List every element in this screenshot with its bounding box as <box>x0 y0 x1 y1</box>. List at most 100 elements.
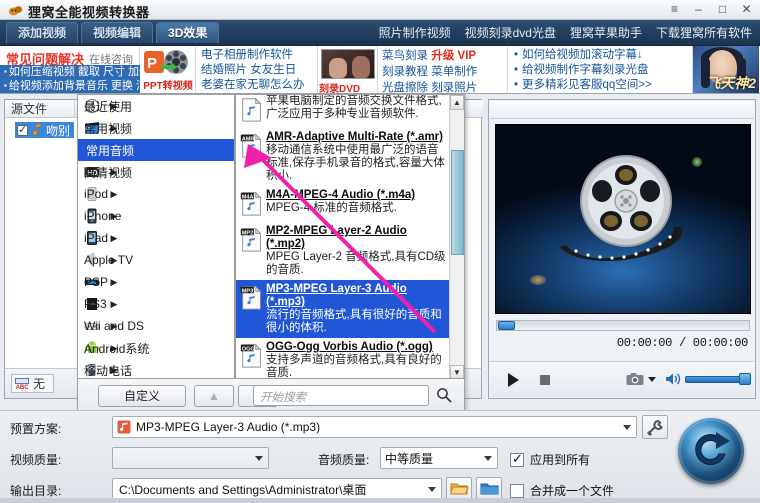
search-icon[interactable] <box>436 387 452 403</box>
convert-button[interactable] <box>678 418 744 484</box>
customize-button[interactable]: 自定义 <box>98 385 186 407</box>
tab-3d-effect[interactable]: 3D效果 <box>156 22 220 43</box>
burn-link-row-1[interactable]: 菜鸟刻录 升级 VIP <box>382 48 507 64</box>
format-category-menu[interactable]: 最近使用 ▶ 常用视频 ▶ 常用音频 ▶ HD <box>77 94 235 379</box>
menu-item-apple-tv[interactable]: Apple TV ▶ <box>78 249 234 271</box>
menu-item-ipod[interactable]: iPod ▶ <box>78 183 234 205</box>
menu-item-label: 常用音频 <box>82 140 139 160</box>
preview-screen[interactable] <box>495 124 751 314</box>
subtitle-link-2[interactable]: 给视频制作字幕刻录光盘 <box>514 63 692 78</box>
lens-glow-1 <box>692 157 702 167</box>
menu-item-ipad[interactable]: iPad ▶ <box>78 227 234 249</box>
banner-subtitle-links: 如何给视频加滚动字幕↓ 给视频制作字幕刻录光盘 更多精彩见客服qq空间>> <box>508 46 693 93</box>
format-item-m4a[interactable]: M4A M4A-MPEG-4 Audio (*.m4a) MPEG-4 标准的音… <box>236 186 464 222</box>
output-path-input[interactable]: C:\Documents and Settings\Administrator\… <box>112 478 442 500</box>
faq-link-bgm[interactable]: 给视频添加背景音乐 更换 消音 <box>0 79 158 93</box>
banner-game-ad[interactable]: 飞天神2 <box>693 46 759 93</box>
banner-ppt-cell[interactable]: P PPT转视频 <box>140 46 196 93</box>
menu-footer-bar: 自定义 ▲ ▼ 开始搜索 <box>77 379 465 413</box>
apply-all-checkbox[interactable]: 应用到所有 <box>510 451 590 468</box>
top-link-apple-helper[interactable]: 狸窝苹果助手 <box>570 24 642 41</box>
menu-item-iphone[interactable]: iPhone ▶ <box>78 205 234 227</box>
tab-add-video[interactable]: 添加视频 <box>6 22 79 43</box>
format-text: MP2-MPEG Layer-2 Audio (*.mp2) MPEG Laye… <box>266 225 448 277</box>
burn-link-row-3[interactable]: 光盘擦除 刻录照片 <box>382 80 507 93</box>
music-note-icon <box>32 124 42 136</box>
search-placeholder: 开始搜索 <box>260 392 306 404</box>
table-row[interactable]: 吻别 <box>15 122 75 138</box>
format-item-amr[interactable]: AMR AMR-Adaptive Multi-Rate (*.amr) 移动通信… <box>236 128 464 186</box>
format-item-mp3[interactable]: MP3 MP3-MPEG Layer-3 Audio (*.mp3) 流行的音频… <box>236 280 464 338</box>
playback-time: 00:00:00 / 00:00:00 <box>616 336 748 350</box>
preset-label: 预置方案: <box>10 422 62 436</box>
menu-item-common-video[interactable]: 常用视频 ▶ <box>78 117 234 139</box>
burn-link-row-2[interactable]: 刻录教程 菜单制作 <box>382 64 507 80</box>
search-input[interactable]: 开始搜索 <box>253 385 429 406</box>
ppt-to-video-icon: P <box>144 50 188 74</box>
window-menu-button[interactable]: ≡ <box>667 2 682 17</box>
faq-link-compress[interactable]: 如何压缩视频 截取 尺寸 加速 <box>0 65 150 79</box>
format-item-mp2[interactable]: MP2 MP2-MPEG Layer-2 Audio (*.mp2) MPEG … <box>236 222 464 280</box>
format-list-submenu[interactable]: 苹果电脑制定的音频交换文件格式,广泛应用于多种专业音频软件. AMR AMR-A… <box>235 94 465 379</box>
row-checkbox[interactable] <box>17 123 28 136</box>
album-link-1[interactable]: 电子相册制作软件 <box>201 48 317 63</box>
menu-item-mobile-phone[interactable]: 移动电话 ▶ <box>78 359 234 378</box>
format-name: M4A-MPEG-4 Audio (*.m4a) <box>266 189 416 201</box>
top-link-download-all[interactable]: 下载狸窝所有软件 <box>656 24 752 41</box>
chevron-down-icon[interactable] <box>428 487 436 492</box>
close-button[interactable]: ✕ <box>739 2 754 17</box>
album-link-2[interactable]: 结婚照片 女友生日 <box>201 63 317 78</box>
minimize-button[interactable]: – <box>691 2 706 17</box>
preset-select[interactable]: MP3-MPEG Layer-3 Audio (*.mp3) <box>112 416 637 438</box>
preset-tools-button[interactable] <box>642 415 668 439</box>
tab-video-edit[interactable]: 视频编辑 <box>81 22 154 43</box>
stop-icon[interactable] <box>540 375 550 385</box>
menu-item-recent[interactable]: 最近使用 ▶ <box>78 95 234 117</box>
chevron-down-icon[interactable] <box>623 425 631 430</box>
top-link-burn-dvd[interactable]: 视频刻录dvd光盘 <box>465 24 556 41</box>
format-name: OGG-Ogg Vorbis Audio (*.ogg) <box>266 341 433 353</box>
banner-dvd-cell[interactable]: 刻录DVD <box>318 46 378 93</box>
move-up-button[interactable]: ▲ <box>194 385 234 407</box>
menu-item-psp[interactable]: PSP ▶ <box>78 271 234 293</box>
chevron-down-icon[interactable] <box>648 377 656 382</box>
maximize-button[interactable]: □ <box>715 2 730 17</box>
video-quality-select[interactable] <box>112 447 269 469</box>
format-item-aiff[interactable]: 苹果电脑制定的音频交换文件格式,广泛应用于多种专业音频软件. <box>236 95 464 128</box>
scroll-up-button[interactable]: ▲ <box>450 95 464 110</box>
speaker-icon[interactable] <box>665 372 681 386</box>
play-icon[interactable] <box>508 373 519 387</box>
faq-links: 如何压缩视频 截取 尺寸 加速 给视频添加背景音乐 更换 消音 <box>0 65 158 93</box>
chevron-right-icon: ▶ <box>110 276 118 287</box>
subtitle-selector[interactable]: ABC 无 <box>11 374 55 393</box>
menu-item-wii-ds[interactable]: Wii and DS ▶ <box>78 315 234 337</box>
subtitle-value: 无 <box>33 377 46 391</box>
file-name: 吻别 <box>46 123 71 138</box>
mp2-file-icon: MP2 <box>240 225 266 255</box>
format-item-ogg[interactable]: OGG OGG-Ogg Vorbis Audio (*.ogg) 支持多声道的音… <box>236 338 464 378</box>
game-caption: 飞天神2 <box>706 75 756 91</box>
audio-quality-select[interactable]: 中等质量 <box>380 447 498 469</box>
chevron-down-icon[interactable] <box>255 456 263 461</box>
scroll-down-button[interactable]: ▼ <box>450 365 464 378</box>
camera-icon[interactable] <box>626 372 644 386</box>
volume-handle[interactable] <box>739 373 751 385</box>
merge-one-file-checkbox[interactable]: 合并成一个文件 <box>510 482 614 499</box>
chevron-down-icon[interactable] <box>484 456 492 461</box>
album-link-3[interactable]: 老婆在家无聊怎么办 <box>201 78 317 93</box>
seek-handle[interactable] <box>498 321 515 330</box>
submenu-scrollbar[interactable]: ▲ ▼ <box>449 95 464 378</box>
scroll-thumb[interactable] <box>451 150 464 255</box>
menu-item-ps3[interactable]: PS3 ▶ <box>78 293 234 315</box>
wrench-icon <box>647 419 663 436</box>
top-link-photo-video[interactable]: 照片制作视频 <box>379 24 451 41</box>
subtitle-link-1[interactable]: 如何给视频加滚动字幕↓ <box>514 48 692 63</box>
seek-slider[interactable] <box>496 320 750 331</box>
status-bar <box>0 498 760 503</box>
menu-item-hd-video[interactable]: HD 高清视频 ▶ <box>78 161 234 183</box>
subtitle-link-3[interactable]: 更多精彩见客服qq空间>> <box>514 78 692 93</box>
format-text: MP3-MPEG Layer-3 Audio (*.mp3) 流行的音频格式,具… <box>266 283 448 335</box>
menu-item-android[interactable]: Android系统 ▶ <box>78 337 234 359</box>
menu-item-common-audio[interactable]: 常用音频 ▶ <box>78 139 234 161</box>
format-name: AMR-Adaptive Multi-Rate (*.amr) <box>266 131 443 143</box>
